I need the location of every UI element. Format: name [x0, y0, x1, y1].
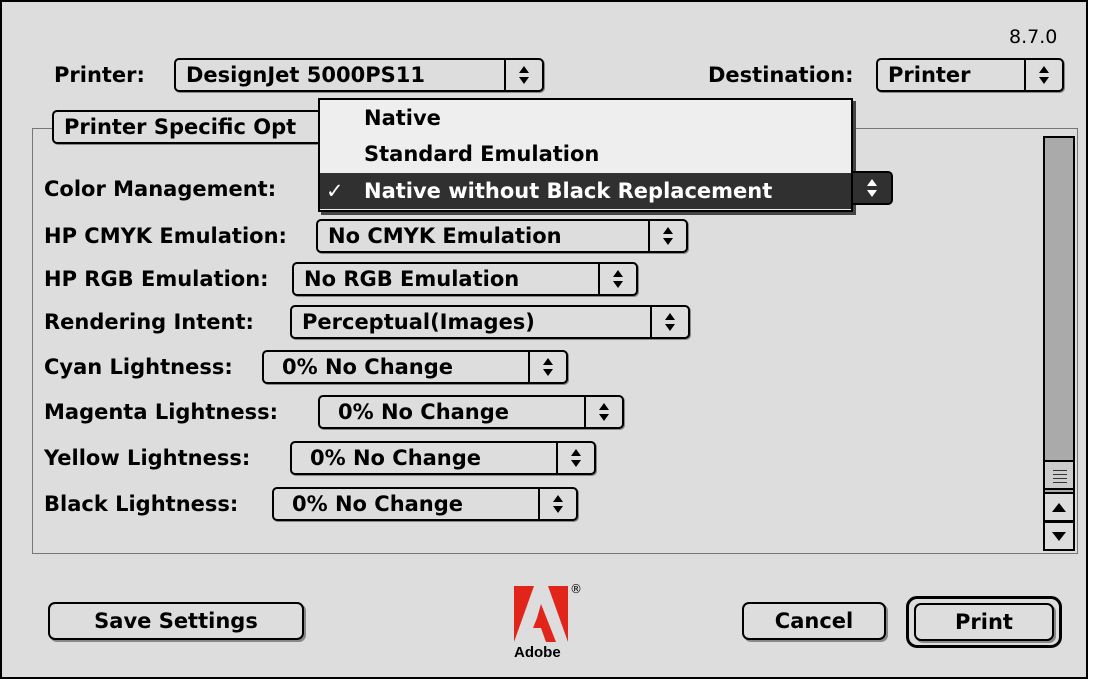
rgb-emulation-popup[interactable]: No RGB Emulation: [292, 262, 638, 296]
arrow-up-icon: [1052, 502, 1066, 512]
scroll-down-button[interactable]: [1043, 521, 1075, 551]
popup-arrows-icon: [853, 171, 893, 205]
magenta-lightness-popup[interactable]: 0% No Change: [318, 395, 624, 429]
popup-arrows-icon: [584, 397, 622, 427]
adobe-logo: ® Adobe: [514, 582, 584, 670]
section-value: Printer Specific Opt: [64, 115, 297, 139]
print-dialog: 8.7.0 Printer: DesignJet 5000PS11 Destin…: [0, 0, 1088, 679]
cyan-lightness-value: 0% No Change: [282, 355, 454, 379]
print-button[interactable]: Print: [914, 603, 1054, 641]
cmyk-emulation-value: No CMYK Emulation: [328, 224, 562, 248]
section-popup[interactable]: Printer Specific Opt: [52, 110, 342, 144]
popup-arrows-icon: [1024, 60, 1062, 90]
checkmark-icon: ✓: [326, 179, 344, 203]
color-management-label: Color Management:: [44, 177, 277, 201]
black-lightness-popup[interactable]: 0% No Change: [272, 487, 578, 521]
popup-arrows-icon: [648, 221, 686, 251]
rgb-emulation-value: No RGB Emulation: [304, 267, 520, 291]
adobe-wordmark: Adobe: [514, 644, 561, 661]
menu-item-label: Native without Black Replacement: [364, 179, 773, 203]
registered-mark: ®: [570, 582, 582, 596]
cyan-lightness-label: Cyan Lightness:: [44, 355, 233, 379]
scroll-up-button[interactable]: [1043, 492, 1075, 522]
cyan-lightness-popup[interactable]: 0% No Change: [262, 350, 568, 384]
printer-popup[interactable]: DesignJet 5000PS11: [174, 58, 544, 92]
yellow-lightness-value: 0% No Change: [310, 446, 482, 470]
scrollbar-thumb[interactable]: [1043, 460, 1075, 490]
destination-popup[interactable]: Printer: [876, 58, 1064, 92]
magenta-lightness-label: Magenta Lightness:: [44, 400, 279, 424]
destination-value: Printer: [888, 63, 971, 87]
version-label: 8.7.0: [1009, 26, 1058, 48]
printer-label: Printer:: [54, 63, 145, 87]
menu-item-native-without-black[interactable]: ✓ Native without Black Replacement: [320, 173, 851, 209]
menu-item-label: Standard Emulation: [364, 142, 600, 166]
popup-arrows-icon: [598, 264, 636, 294]
popup-arrows-icon: [556, 443, 594, 473]
rgb-emulation-label: HP RGB Emulation:: [44, 267, 269, 291]
adobe-a-icon: [514, 586, 568, 642]
popup-arrows-icon: [538, 489, 576, 519]
black-lightness-value: 0% No Change: [292, 492, 464, 516]
menu-item-label: Native: [364, 106, 441, 130]
popup-arrows-icon: [528, 352, 566, 382]
cmyk-emulation-label: HP CMYK Emulation:: [44, 224, 287, 248]
yellow-lightness-popup[interactable]: 0% No Change: [290, 441, 596, 475]
menu-item-native[interactable]: Native: [320, 100, 851, 136]
popup-arrows-icon: [504, 60, 542, 90]
rendering-intent-value: Perceptual(Images): [302, 310, 535, 334]
menu-item-standard-emulation[interactable]: Standard Emulation: [320, 136, 851, 172]
yellow-lightness-label: Yellow Lightness:: [44, 446, 251, 470]
save-settings-button[interactable]: Save Settings: [48, 602, 304, 640]
cancel-button[interactable]: Cancel: [742, 602, 886, 640]
rendering-intent-popup[interactable]: Perceptual(Images): [290, 305, 690, 339]
arrow-down-icon: [1052, 531, 1066, 541]
destination-label: Destination:: [708, 63, 854, 87]
black-lightness-label: Black Lightness:: [44, 492, 239, 516]
printer-value: DesignJet 5000PS11: [186, 63, 425, 87]
color-management-menu[interactable]: Native Standard Emulation ✓ Native witho…: [318, 98, 853, 212]
magenta-lightness-value: 0% No Change: [338, 400, 510, 424]
popup-arrows-icon: [650, 307, 688, 337]
rendering-intent-label: Rendering Intent:: [44, 310, 254, 334]
cmyk-emulation-popup[interactable]: No CMYK Emulation: [316, 219, 688, 253]
